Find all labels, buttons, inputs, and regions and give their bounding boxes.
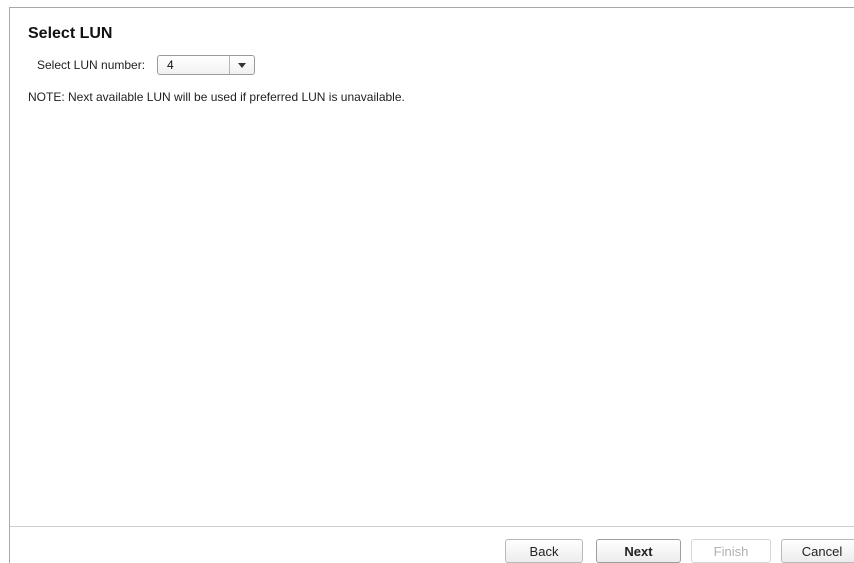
lun-note: NOTE: Next available LUN will be used if… <box>28 90 405 104</box>
lun-number-value: 4 <box>167 58 174 72</box>
dropdown-arrow-button[interactable] <box>229 56 254 74</box>
chevron-down-icon <box>238 62 247 68</box>
wizard-content: Select LUN Select LUN number: 4 NOTE: Ne… <box>10 8 854 526</box>
page-title: Select LUN <box>28 25 113 42</box>
lun-number-dropdown[interactable]: 4 <box>157 55 256 75</box>
back-button[interactable]: Back <box>505 539 583 563</box>
finish-button[interactable]: Finish <box>691 539 771 563</box>
lun-row: Select LUN number: 4 <box>37 54 256 76</box>
next-button[interactable]: Next <box>596 539 681 563</box>
lun-number-label: Select LUN number: <box>37 58 146 72</box>
cancel-button[interactable]: Cancel <box>781 539 854 563</box>
wizard-footer: Back Next Finish Cancel <box>10 526 854 563</box>
wizard-panel: Select LUN Select LUN number: 4 NOTE: Ne… <box>9 7 854 563</box>
